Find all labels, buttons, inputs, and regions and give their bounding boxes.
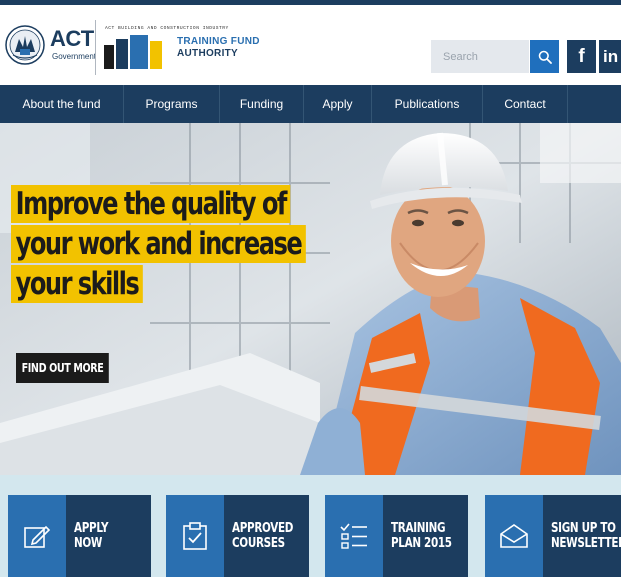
search-input[interactable] (431, 40, 529, 73)
act-logo-word[interactable]: ACT (50, 28, 94, 50)
hero-banner: Improve the quality of your work and inc… (0, 123, 621, 475)
tile-newsletter-signup[interactable]: SIGN UP TO NEWSLETTER (485, 495, 621, 577)
tile-newsletter-signup-label: SIGN UP TO NEWSLETTER (551, 521, 621, 551)
facebook-icon[interactable]: f (567, 40, 596, 73)
hero-headline: Improve the quality of your work and inc… (11, 185, 389, 305)
site-header: ACT Government ACT BUILDING AND CONSTRUC… (0, 5, 621, 85)
nav-item-about[interactable]: About the fund (0, 85, 124, 123)
hero-headline-line2: your work and increase (11, 225, 306, 263)
tile-approved-courses-label: APPROVED COURSES (232, 521, 294, 551)
tfa-logo-title-line2: AUTHORITY (177, 47, 239, 59)
find-out-more-button[interactable]: FIND OUT MORE (16, 353, 109, 383)
tile-apply-now-label: APPLY NOW (74, 521, 109, 551)
hero-headline-line3: your skills (11, 265, 143, 303)
envelope-icon (500, 524, 528, 548)
tile-approved-courses[interactable]: APPROVED COURSES (166, 495, 309, 577)
tfa-blocks-logo-icon (104, 35, 162, 69)
act-coat-of-arms-icon (5, 25, 45, 65)
act-logo-subtitle: Government (52, 52, 97, 61)
checklist-icon (340, 523, 367, 549)
nav-item-funding[interactable]: Funding (220, 85, 304, 123)
tfa-logo-title-line1: TRAINING FUND (177, 36, 260, 47)
linkedin-icon[interactable]: in (599, 40, 621, 73)
header-divider (95, 20, 96, 75)
quick-links-strip: APPLY NOW APPROVED COURSES TRAINING PLAN… (0, 475, 621, 577)
pencil-edit-icon (24, 525, 51, 548)
hero-headline-line1: Improve the quality of (11, 185, 291, 223)
nav-item-programs[interactable]: Programs (124, 85, 220, 123)
tile-training-plan-label: TRAINING PLAN 2015 (391, 521, 452, 551)
tfa-logo-tagline: ACT BUILDING AND CONSTRUCTION INDUSTRY (105, 26, 229, 31)
tile-training-plan[interactable]: TRAINING PLAN 2015 (325, 495, 468, 577)
nav-item-contact[interactable]: Contact (483, 85, 568, 123)
main-nav: About the fund Programs Funding Apply Pu… (0, 85, 621, 123)
tfa-logo-title[interactable]: TRAINING FUND AUTHORITY (177, 36, 260, 59)
nav-item-apply[interactable]: Apply (304, 85, 372, 123)
tile-apply-now[interactable]: APPLY NOW (8, 495, 151, 577)
search-button[interactable] (530, 40, 559, 73)
nav-item-publications[interactable]: Publications (372, 85, 483, 123)
search-icon (538, 50, 552, 64)
search-box (431, 40, 529, 73)
clipboard-check-icon (183, 522, 207, 550)
